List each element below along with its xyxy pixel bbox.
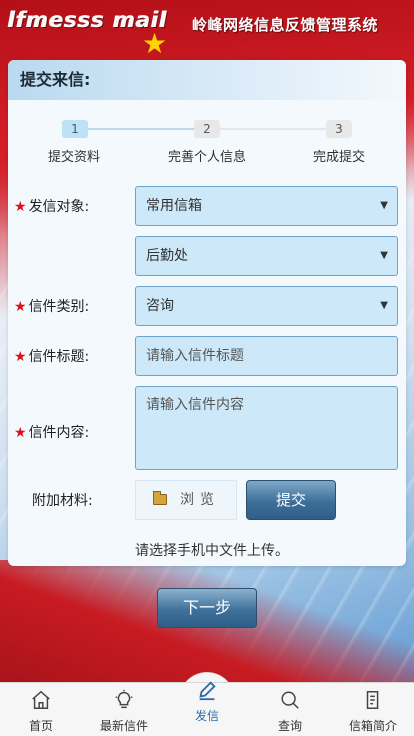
category-label-text: 信件类别: (28, 299, 90, 315)
target-select-value: 常用信箱 (146, 198, 202, 214)
document-icon (366, 691, 379, 709)
next-step-button[interactable]: 下一步 (157, 588, 257, 628)
home-icon (32, 690, 50, 709)
browse-button[interactable]: 浏览 (135, 480, 237, 520)
search-icon (281, 691, 299, 709)
subject-placeholder: 请输入信件标题 (146, 348, 244, 364)
required-star-icon: ★ (14, 425, 27, 441)
app-title: 岭峰网络信息反馈管理系统 (192, 16, 379, 34)
chevron-down-icon: ▼ (380, 300, 388, 311)
tab-latest-label: 最新信件 (99, 719, 148, 733)
step-1-label: 提交资料 (48, 150, 101, 165)
upload-hint: 请选择手机中文件上传。 (135, 543, 289, 559)
content-textarea[interactable]: 请输入信件内容 (135, 386, 398, 470)
step-2-label: 完善个人信息 (168, 150, 247, 165)
submit-letter-card: 提交来信: 1 2 3 提交资料 完善个人信息 完成提交 ★ 发信对象: 常用信箱… (8, 60, 406, 566)
target-label: ★ 发信对象: (14, 196, 89, 216)
chevron-down-icon: ▼ (380, 250, 388, 261)
attach-label: 附加材料: (32, 493, 93, 509)
tab-send-letter[interactable]: 发信 (166, 681, 248, 736)
tab-home[interactable]: 首页 (0, 683, 82, 736)
star-icon: ★ (142, 27, 168, 60)
tab-about-label: 信箱简介 (348, 719, 397, 733)
target-select[interactable]: 常用信箱 ▼ (135, 186, 398, 226)
pen-icon (199, 681, 216, 701)
progress-steps: 1 2 3 提交资料 完善个人信息 完成提交 (8, 100, 406, 165)
folder-icon (153, 491, 167, 505)
target-label-text: 发信对象: (28, 199, 90, 215)
tab-query[interactable]: 查询 (249, 683, 331, 736)
subject-input[interactable]: 请输入信件标题 (135, 336, 398, 376)
tab-send-label: 发信 (194, 709, 219, 723)
required-star-icon: ★ (14, 299, 27, 315)
card-title: 提交来信: (8, 60, 406, 100)
step-1-badge: 1 (62, 120, 88, 138)
step-3-label: 完成提交 (313, 150, 366, 165)
tab-home-label: 首页 (28, 719, 53, 733)
category-label: ★ 信件类别: (14, 296, 89, 316)
step-2-badge: 2 (194, 120, 220, 138)
app-header: lfmesss mail ★ 岭峰网络信息反馈管理系统 (0, 0, 414, 60)
required-star-icon: ★ (14, 349, 27, 365)
subject-label: ★ 信件标题: (14, 346, 89, 366)
tab-latest-letters[interactable]: 最新信件 (83, 683, 165, 736)
content-label: ★ 信件内容: (14, 422, 89, 442)
tab-query-label: 查询 (277, 719, 302, 733)
category-select-value: 咨询 (146, 298, 174, 314)
step-3-badge: 3 (326, 120, 352, 138)
chevron-down-icon: ▼ (380, 200, 388, 211)
dept-select-value: 后勤处 (146, 248, 188, 264)
steps-rail-active (88, 128, 194, 130)
required-star-icon: ★ (14, 199, 27, 215)
category-select[interactable]: 咨询 ▼ (135, 286, 398, 326)
tab-about[interactable]: 信箱简介 (332, 683, 414, 736)
browse-label: 浏览 (180, 492, 220, 508)
content-label-text: 信件内容: (28, 425, 90, 441)
dept-select[interactable]: 后勤处 ▼ (135, 236, 398, 276)
lightbulb-icon (115, 689, 133, 709)
submit-button[interactable]: 提交 (246, 480, 336, 520)
subject-label-text: 信件标题: (28, 349, 90, 365)
content-placeholder: 请输入信件内容 (146, 397, 244, 413)
bottom-tabbar: 首页 最新信件 发信 查询 信箱简介 (0, 681, 414, 736)
